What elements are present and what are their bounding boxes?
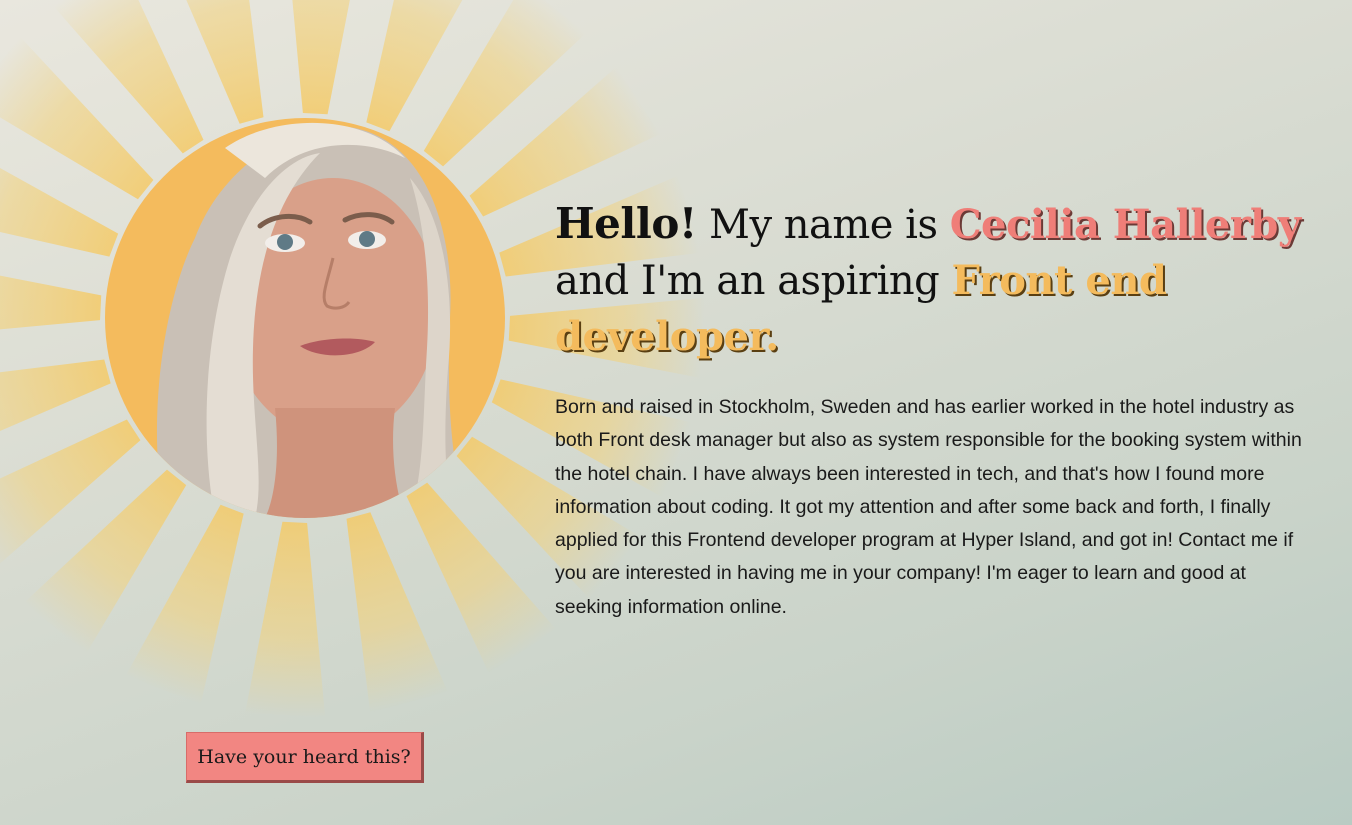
headline-name: Cecilia Hallerby — [949, 201, 1301, 248]
sun-ray — [292, 0, 350, 115]
headline-text-2: and I'm an aspiring — [555, 258, 952, 304]
headline-hello: Hello! — [555, 199, 697, 248]
sun-ray — [0, 275, 102, 330]
profile-photo — [105, 118, 505, 518]
have-you-heard-this-button[interactable]: Have your heard this? — [186, 732, 424, 783]
sun-ray — [245, 521, 326, 718]
headline-text-1: My name is — [696, 202, 950, 248]
portrait-illustration — [156, 122, 465, 518]
bio-paragraph: Born and raised in Stockholm, Sweden and… — [555, 396, 1302, 618]
intro-section: Hello! My name is Cecilia Hallerby and I… — [555, 196, 1315, 624]
headline: Hello! My name is Cecilia Hallerby and I… — [555, 196, 1315, 365]
